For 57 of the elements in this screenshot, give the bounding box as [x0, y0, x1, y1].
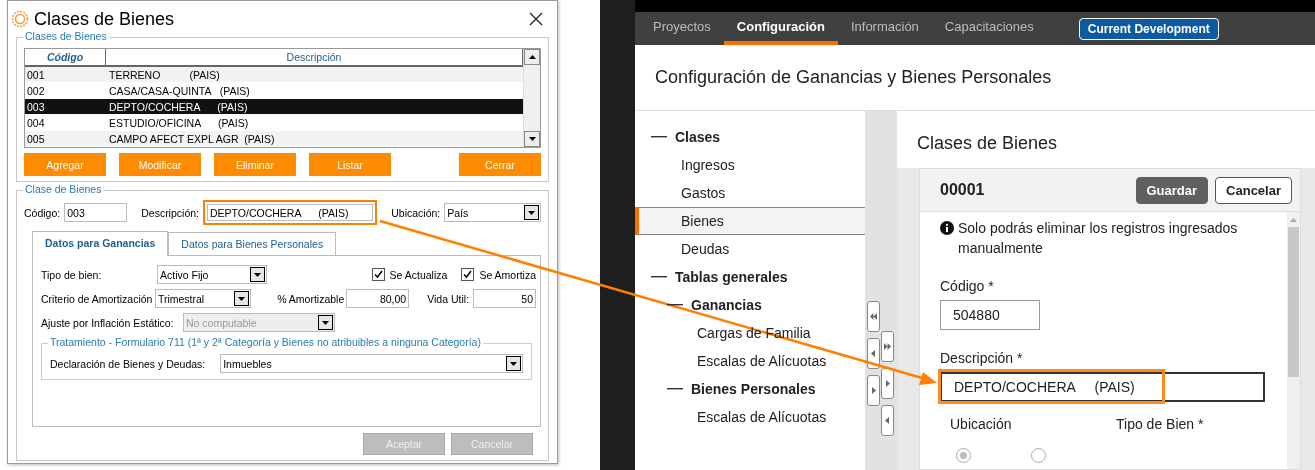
group-title: Tratamiento - Formulario 711 (1ª y 2ª Categoría y Bienes no atribuibles a ninguna Categoría) [48, 336, 483, 348]
field-label: Código * [940, 278, 995, 294]
nav-tab[interactable]: Información [837, 12, 932, 45]
table-row[interactable]: 003 DEPTO/COCHERA (PAIS) [25, 99, 523, 116]
tree-group[interactable]: Bienes Personales [635, 375, 865, 403]
description-field[interactable]: DEPTO/COCHERA (PAIS) [203, 200, 378, 225]
field-label: Descripción: [141, 206, 199, 219]
tree-group[interactable]: Clases [635, 123, 865, 151]
tree-group[interactable]: Tablas generales [635, 263, 865, 291]
percent-field[interactable]: 80,00 [346, 289, 410, 308]
text-field[interactable]: 504880 [940, 300, 1040, 330]
group-title: Clase de Bienes [23, 183, 104, 195]
tree-item[interactable]: Bienes [635, 207, 865, 235]
tree-item[interactable]: Deudas [635, 235, 865, 263]
dropdown-field[interactable]: Trimestral [154, 289, 252, 308]
field-label: Código: [24, 206, 61, 219]
group-title: Clases de Bienes [23, 30, 109, 42]
field-label: Tipo de Bien * [1116, 416, 1204, 432]
column-header[interactable]: Código [25, 49, 106, 66]
tree-item[interactable]: Ingresos [635, 151, 865, 179]
table-row[interactable]: 001 TERRENO (PAIS) [25, 67, 523, 84]
nav-tab[interactable]: Capacitaciones [931, 12, 1047, 45]
dropdown-field[interactable]: País [444, 203, 541, 222]
environment-badge: Current Development [1078, 17, 1219, 40]
record-id: 00001 [940, 181, 986, 199]
nav-tab[interactable]: Proyectos [640, 12, 724, 45]
field-label: Descripción * [940, 350, 1024, 366]
checkbox-label[interactable]: Se Amortiza [479, 268, 536, 281]
dropdown-field[interactable]: Activo Fijo [157, 265, 267, 284]
tree-item[interactable]: Gastos [635, 179, 865, 207]
number-field[interactable]: 50 [473, 289, 536, 308]
nav-tab[interactable]: Configuración [723, 12, 838, 45]
field-label: Ubicación: [391, 206, 441, 219]
text-field[interactable]: DEPTO/COCHERA (PAIS) [940, 372, 1265, 402]
window-title: Clases de Bienes [34, 8, 176, 30]
tree-item[interactable]: Escalas de Alícuotas [635, 347, 865, 375]
field-label: Criterio de Amortización [41, 292, 154, 305]
field-label: Ajuste por Inflación Estático: [41, 316, 175, 329]
page-title: Configuración de Ganancias y Bienes Personales [635, 45, 1315, 111]
field-label: Declaración de Bienes y Deudas: [50, 357, 207, 370]
cancel-button[interactable]: Cancelar [1215, 176, 1292, 204]
tab[interactable]: Datos para Bienes Personales [168, 232, 337, 255]
field-label: % Amortizable [277, 292, 345, 305]
tree-item[interactable]: Escalas de Alícuotas [635, 403, 865, 431]
save-button[interactable]: Guardar [1135, 176, 1209, 204]
code-field[interactable]: 003 [64, 203, 128, 222]
dropdown-field[interactable]: Inmuebles [220, 354, 523, 373]
field-label: Ubicación [950, 416, 1013, 432]
field-label: Vida Util: [427, 292, 470, 305]
field-label: Tipo de bien: [41, 268, 103, 281]
tree-item[interactable]: Cargas de Familia [635, 319, 865, 347]
section-title: Clases de Bienes [916, 132, 1059, 155]
tab[interactable]: Datos para Ganancias [32, 231, 169, 256]
tree-group[interactable]: Ganancias [635, 291, 865, 319]
table-row[interactable]: 005 CAMPO AFECT EXPL AGR (PAIS) [25, 131, 523, 147]
checkbox-label[interactable]: Se Actualiza [389, 268, 448, 281]
info-text: Solo podrás eliminar los registros ingresados manualmente [958, 219, 1239, 258]
